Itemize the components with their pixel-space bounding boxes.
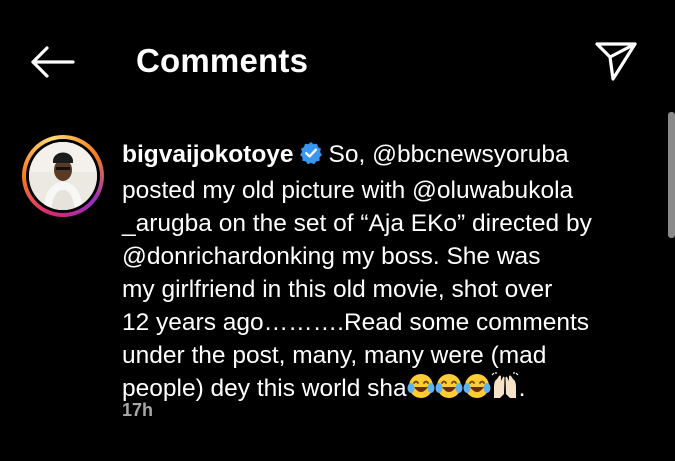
avatar-photo [29, 142, 97, 210]
comment-text: So, @bbcnewsyoruba [328, 141, 569, 168]
comment-timestamp: 17h [122, 400, 154, 420]
arrow-left-icon [31, 46, 75, 78]
tears-of-joy-emoji-icon [435, 372, 463, 409]
paper-plane-icon [595, 42, 637, 81]
comment-text: people) dey this world sha [122, 375, 407, 402]
header: Comments [0, 0, 675, 120]
tears-of-joy-emoji-icon [463, 372, 491, 409]
avatar-story-ring[interactable] [22, 135, 104, 217]
comment-text: under the post, many, many were (mad [122, 342, 547, 369]
avatar [29, 142, 97, 210]
share-button[interactable] [588, 36, 644, 86]
comment-username[interactable]: bigvaijokotoye [122, 141, 294, 168]
tears-of-joy-emoji-icon [407, 372, 435, 409]
comment-body: bigvaijokotoye So, @bbcnewsyoruba posted… [122, 138, 622, 409]
comment-text: _arugba on the set of “Aja EKo” directed… [122, 210, 592, 237]
comment-text: posted my old picture with @oluwabukola [122, 177, 574, 204]
comment-text: @donrichardonking my boss. She was [122, 243, 541, 270]
back-button[interactable] [26, 38, 78, 86]
scrollbar[interactable] [668, 112, 675, 238]
comment-line: bigvaijokotoye So, @bbcnewsyoruba [122, 138, 622, 174]
comment-text: my girlfriend in this old movie, shot ov… [122, 276, 553, 303]
comment-line: people) dey this world sha . [122, 372, 622, 409]
comment-text: 12 years ago……….Read some comments [122, 309, 590, 336]
page-title: Comments [136, 42, 309, 79]
comment-text: . [518, 375, 526, 402]
raising-hands-emoji-icon [491, 372, 519, 409]
verified-badge-icon [299, 141, 323, 174]
